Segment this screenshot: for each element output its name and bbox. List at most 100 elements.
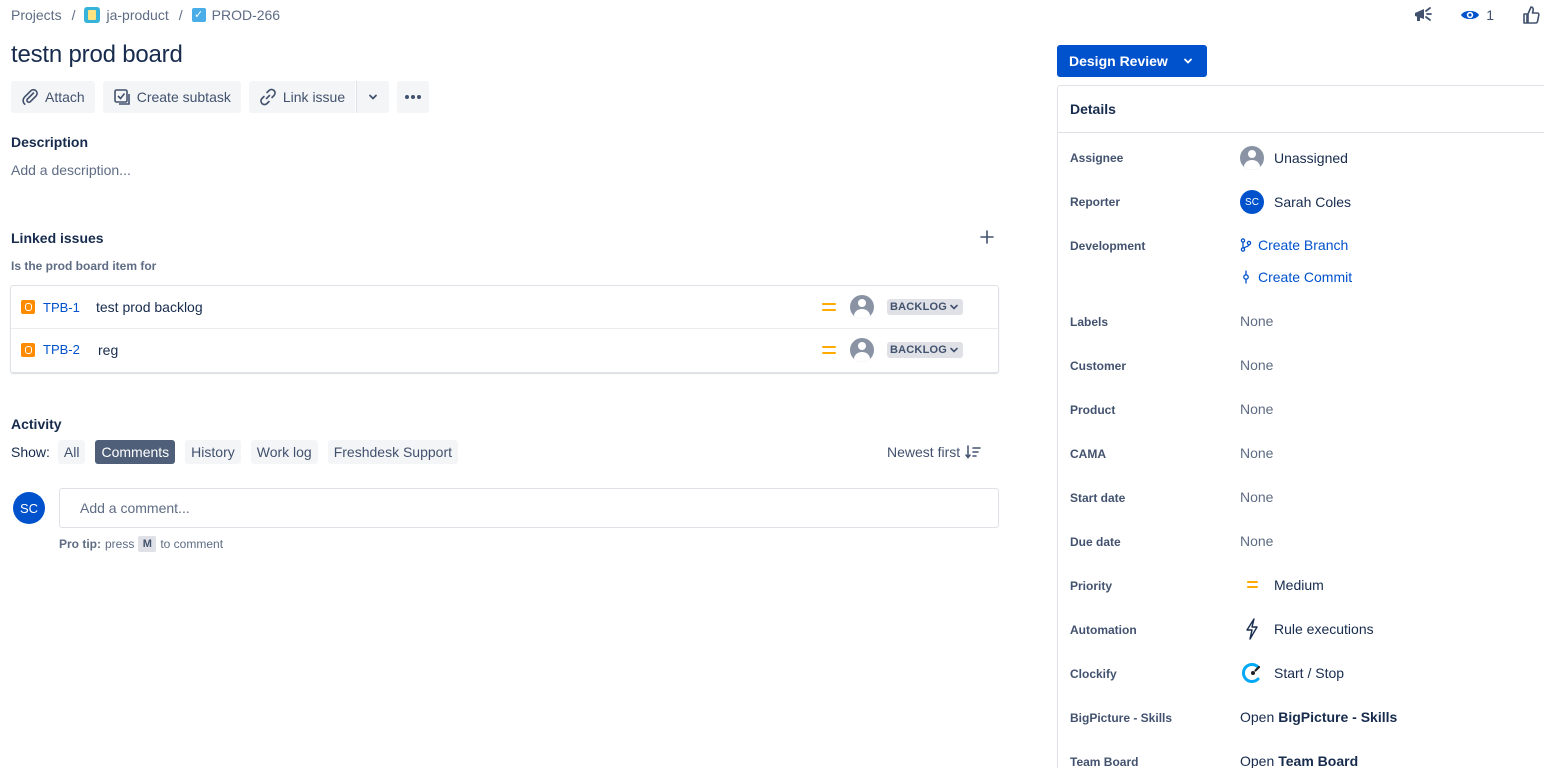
create-commit-link[interactable]: Create Commit [1240,269,1352,285]
comment-input[interactable]: Add a comment... [59,488,999,528]
attach-button[interactable]: Attach [11,81,95,113]
filter-work-log[interactable]: Work log [250,440,318,464]
sort-label: Newest first [887,444,961,460]
open-team-board-link[interactable]: Open Team Board [1240,753,1358,768]
assignee-avatar [850,295,874,319]
show-label: Show: [11,444,50,460]
customer-value[interactable]: None [1240,357,1273,373]
create-commit-label: Create Commit [1258,269,1353,285]
watch-count: 1 [1486,7,1494,23]
link-issue-label: Link issue [282,89,346,105]
field-label: Clockify [1070,667,1117,681]
breadcrumb-project-label: ja-product [106,7,169,23]
status-label: BACKLOG [890,343,948,356]
labels-value[interactable]: None [1240,313,1273,329]
linked-issue-key[interactable]: TPB-1 [43,300,80,315]
details-panel: Details Assignee Unassigned Reporter SC … [1057,85,1544,768]
create-subtask-button[interactable]: Create subtask [102,81,241,113]
assignee-value[interactable]: Unassigned [1240,146,1348,170]
chevron-down-icon [949,302,959,312]
breadcrumb-issue[interactable]: ✓ PROD-266 [191,7,280,23]
pro-tip-label: Pro tip: [59,537,101,551]
product-value[interactable]: None [1240,401,1273,417]
filter-comments[interactable]: Comments [95,440,176,464]
chevron-down-icon [365,89,381,105]
bug-icon [21,342,35,357]
filter-freshdesk-support[interactable]: Freshdesk Support [327,440,459,464]
pro-tip: Pro tip: press M to comment [59,536,223,552]
breadcrumb-project[interactable]: ja-product [84,7,169,23]
issue-actions-top: 1 [1412,3,1544,27]
status-transition-button[interactable]: Design Review [1057,45,1207,77]
cama-value[interactable]: None [1240,445,1273,461]
due-date-value[interactable]: None [1240,533,1273,549]
pro-tip-press: press [105,537,135,551]
more-icon [403,89,423,105]
status-label: BACKLOG [890,301,948,313]
task-icon: ✓ [191,8,206,22]
priority-medium-icon [1240,579,1264,591]
paperclip-icon [21,88,39,106]
filter-history[interactable]: History [185,440,241,464]
bigpicture-name: BigPicture - Skills [1278,709,1398,725]
filter-all[interactable]: All [57,440,86,464]
priority-name: Medium [1274,577,1324,593]
status-lozenge[interactable]: BACKLOG [887,299,964,315]
field-label: Product [1070,403,1116,417]
assignee-avatar [850,337,874,362]
clockify-icon [1240,661,1264,685]
rule-executions-label: Rule executions [1274,621,1374,637]
megaphone-icon[interactable] [1412,5,1434,25]
eye-icon [1460,8,1480,22]
project-icon [84,7,101,23]
linked-issue-row[interactable]: TPB-2 reg BACKLOG [11,328,998,370]
branch-icon [1240,238,1252,252]
open-bigpicture-link[interactable]: Open BigPicture - Skills [1240,709,1397,725]
reporter-value[interactable]: SC Sarah Coles [1240,190,1351,214]
watch-button[interactable]: 1 [1460,7,1494,23]
field-label: Start date [1070,491,1126,505]
priority-medium-icon [821,301,837,313]
start-date-value[interactable]: None [1240,489,1273,505]
priority-medium-icon [821,344,837,356]
create-branch-label: Create Branch [1258,237,1349,253]
activity-heading: Activity [11,416,62,432]
linked-issue-summary[interactable]: reg [98,342,118,358]
field-label: Reporter [1070,195,1121,209]
linked-issue-row[interactable]: TPB-1 test prod backlog BACKLOG [11,286,998,328]
bug-icon [21,300,35,314]
breadcrumb-projects[interactable]: Projects [11,7,62,23]
issue-toolbar: Attach Create subtask Link issue [11,81,430,113]
link-issue-dropdown[interactable] [356,81,390,113]
field-label: Team Board [1070,755,1139,768]
details-heading[interactable]: Details [1058,86,1544,133]
field-label: Labels [1070,315,1109,329]
clockify-start-stop[interactable]: Start / Stop [1240,661,1344,685]
plus-icon [979,229,995,245]
field-label: Customer [1070,359,1127,373]
breadcrumb-separator: / [71,7,76,23]
create-branch-link[interactable]: Create Branch [1240,237,1348,253]
rule-executions-link[interactable]: Rule executions [1240,618,1374,640]
attach-label: Attach [45,89,85,105]
thumbs-up-icon[interactable] [1522,5,1540,25]
field-label: BigPicture - Skills [1070,711,1173,725]
link-icon [259,88,277,106]
add-linked-issue-button[interactable] [978,229,996,247]
linked-issue-key[interactable]: TPB-2 [43,342,80,357]
field-label: Automation [1070,623,1137,637]
field-label: Assignee [1070,151,1124,165]
link-relation-label: Is the prod board item for [11,259,157,273]
field-label: Due date [1070,535,1121,549]
issue-title[interactable]: testn prod board [11,41,183,69]
sort-order-button[interactable]: Newest first [887,444,981,460]
linked-issue-summary[interactable]: test prod backlog [96,299,203,315]
status-lozenge[interactable]: BACKLOG [887,341,964,358]
current-user-avatar: SC [13,492,45,524]
activity-filters: Show: All Comments History Work log Fres… [11,440,468,464]
description-field[interactable]: Add a description... [11,162,131,178]
link-issue-button[interactable]: Link issue [248,81,356,113]
more-actions-button[interactable] [397,81,430,113]
reporter-avatar: SC [1240,190,1264,214]
priority-value[interactable]: Medium [1240,577,1324,593]
